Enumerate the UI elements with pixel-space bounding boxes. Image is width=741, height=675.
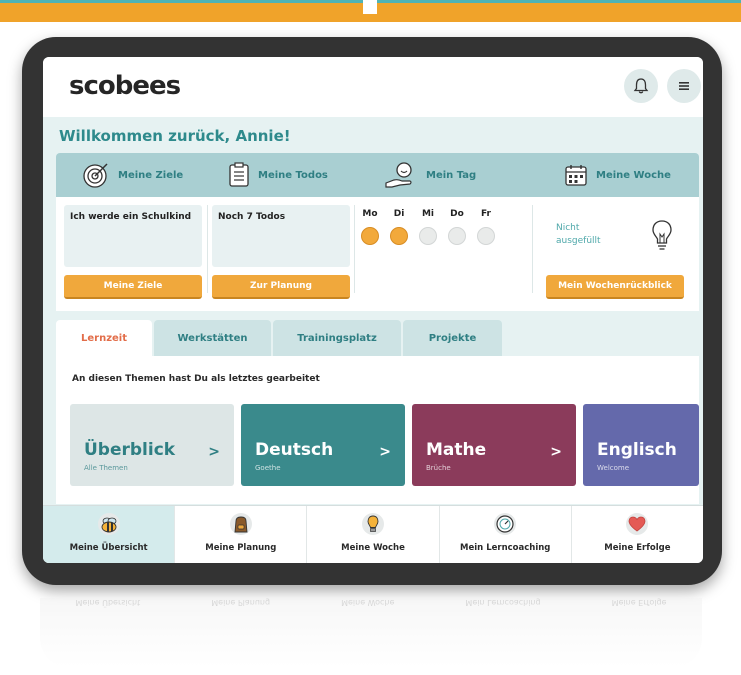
day-mi[interactable]: Mi bbox=[418, 209, 438, 245]
bottom-nav-label: Meine Erfolge bbox=[604, 543, 671, 553]
chevron-right-icon: > bbox=[550, 444, 562, 460]
bottom-nav-label: Meine Planung bbox=[205, 543, 277, 553]
subject-name: Deutsch bbox=[255, 440, 334, 460]
day-label: Mo bbox=[362, 209, 378, 219]
ziele-card: Ich werde ein Schulkind bbox=[64, 205, 202, 267]
wochenrueckblick-button[interactable]: Mein Wochenrückblick bbox=[546, 275, 684, 299]
subject-subtitle: Goethe bbox=[255, 464, 281, 472]
tab-projekte[interactable]: Projekte bbox=[403, 320, 502, 356]
hand-sun-icon bbox=[385, 162, 412, 188]
scobees-logo[interactable]: scobees bbox=[69, 71, 181, 101]
weekday-mood-tracker: Mo Di Mi Do Fr bbox=[360, 209, 496, 245]
app-screen: scobees Willkommen zurück, Annie! Meine … bbox=[43, 57, 703, 563]
nav-label: Meine Todos bbox=[258, 169, 328, 181]
divider bbox=[354, 205, 355, 293]
subject-name: Mathe bbox=[426, 440, 487, 460]
bottom-nav-meine-planung[interactable]: Meine Planung bbox=[175, 506, 308, 563]
subject-subtitle: Alle Themen bbox=[84, 464, 128, 472]
day-di[interactable]: Di bbox=[389, 209, 409, 245]
subject-card-deutsch[interactable]: Deutsch Goethe > bbox=[241, 404, 405, 486]
smiley-icon bbox=[448, 227, 466, 245]
bee-icon bbox=[97, 513, 120, 535]
heart-icon bbox=[626, 513, 649, 535]
subject-subtitle: Welcome bbox=[597, 464, 630, 472]
subject-name: Englisch bbox=[597, 440, 677, 460]
top-notch bbox=[363, 0, 377, 14]
day-label: Di bbox=[393, 209, 405, 219]
reflection-label: Meine Erfolge bbox=[611, 598, 667, 607]
tab-trainingsplatz[interactable]: Trainingsplatz bbox=[273, 320, 401, 356]
reflection-label: Meine Planung bbox=[211, 598, 271, 607]
lightbulb-icon bbox=[652, 220, 672, 250]
divider bbox=[207, 205, 208, 293]
nav-label: Meine Woche bbox=[596, 169, 671, 181]
bottom-nav-label: Mein Lerncoaching bbox=[460, 543, 551, 553]
top-accent-bar bbox=[0, 0, 741, 22]
day-label: Fr bbox=[480, 209, 491, 219]
nav-meine-todos[interactable]: Meine Todos bbox=[228, 153, 328, 197]
bell-icon bbox=[633, 78, 649, 94]
backpack-icon bbox=[229, 513, 252, 535]
reflection-label: Meine Woche bbox=[341, 598, 395, 607]
day-label: Mi bbox=[421, 209, 435, 219]
nav-label: Mein Tag bbox=[426, 169, 477, 181]
day-do[interactable]: Do bbox=[447, 209, 467, 245]
reflection-labels: Meine Übersicht Meine Planung Meine Woch… bbox=[40, 598, 702, 615]
overview-cards: Ich werde ein Schulkind Meine Ziele Noch… bbox=[56, 197, 699, 311]
gauge-icon bbox=[494, 513, 517, 535]
day-fr[interactable]: Fr bbox=[476, 209, 496, 245]
lernzeit-panel: An diesen Themen hast Du als letztes gea… bbox=[56, 356, 699, 504]
nav-meine-woche[interactable]: Meine Woche bbox=[564, 153, 671, 197]
smiley-icon bbox=[419, 227, 437, 245]
subject-card-mathe[interactable]: Mathe Brüche > bbox=[412, 404, 576, 486]
bottom-nav-label: Meine Woche bbox=[341, 543, 405, 553]
divider bbox=[532, 205, 533, 293]
quick-nav-strip: Meine Ziele Meine Todos Mein Tag Meine W… bbox=[56, 153, 699, 197]
subject-subtitle: Brüche bbox=[426, 464, 451, 472]
todos-card: Noch 7 Todos bbox=[212, 205, 350, 267]
day-label: Do bbox=[450, 209, 464, 219]
calendar-icon bbox=[565, 165, 587, 186]
smiley-icon bbox=[390, 227, 408, 245]
bottom-nav-mein-lerncoaching[interactable]: Mein Lerncoaching bbox=[440, 506, 572, 563]
woche-status: Nicht ausgefüllt bbox=[556, 223, 601, 246]
day-mo[interactable]: Mo bbox=[360, 209, 380, 245]
smiley-icon bbox=[361, 227, 379, 245]
tablet-frame: scobees Willkommen zurück, Annie! Meine … bbox=[22, 37, 722, 585]
app-header: scobees bbox=[43, 57, 703, 117]
tablet-reflection: Meine Übersicht Meine Planung Meine Woch… bbox=[40, 598, 702, 668]
smiley-icon bbox=[477, 227, 495, 245]
reflection-label: Mein Lerncoaching bbox=[465, 598, 541, 607]
subject-name: Überblick bbox=[84, 440, 176, 460]
nav-label: Meine Ziele bbox=[118, 169, 184, 181]
welcome-heading: Willkommen zurück, Annie! bbox=[59, 127, 291, 145]
bottom-nav-meine-erfolge[interactable]: Meine Erfolge bbox=[572, 506, 703, 563]
menu-button[interactable] bbox=[667, 69, 701, 103]
subject-card-englisch[interactable]: Englisch Welcome bbox=[583, 404, 699, 486]
zur-planung-button[interactable]: Zur Planung bbox=[212, 275, 350, 299]
tab-lernzeit[interactable]: Lernzeit bbox=[56, 320, 152, 356]
hamburger-menu-icon bbox=[679, 82, 689, 90]
tab-werkstaetten[interactable]: Werkstätten bbox=[154, 320, 271, 356]
bottom-navigation: Meine Übersicht Meine Planung Meine Woch… bbox=[43, 505, 703, 563]
notifications-button[interactable] bbox=[624, 69, 658, 103]
target-icon bbox=[83, 163, 108, 188]
nav-mein-tag[interactable]: Mein Tag bbox=[384, 153, 476, 197]
reflection-label: Meine Übersicht bbox=[75, 598, 141, 607]
chevron-right-icon: > bbox=[208, 444, 220, 460]
nav-meine-ziele[interactable]: Meine Ziele bbox=[82, 153, 183, 197]
bottom-nav-meine-woche[interactable]: Meine Woche bbox=[307, 506, 440, 563]
checklist-icon bbox=[229, 162, 249, 187]
recent-themes-heading: An diesen Themen hast Du als letztes gea… bbox=[72, 374, 320, 384]
bottom-nav-label: Meine Übersicht bbox=[69, 543, 148, 553]
meine-ziele-button[interactable]: Meine Ziele bbox=[64, 275, 202, 299]
bottom-nav-meine-uebersicht[interactable]: Meine Übersicht bbox=[43, 506, 176, 563]
subject-card-ueberblick[interactable]: Überblick Alle Themen > bbox=[70, 404, 234, 486]
chevron-right-icon: > bbox=[379, 444, 391, 460]
lightbulb-icon bbox=[362, 513, 384, 535]
